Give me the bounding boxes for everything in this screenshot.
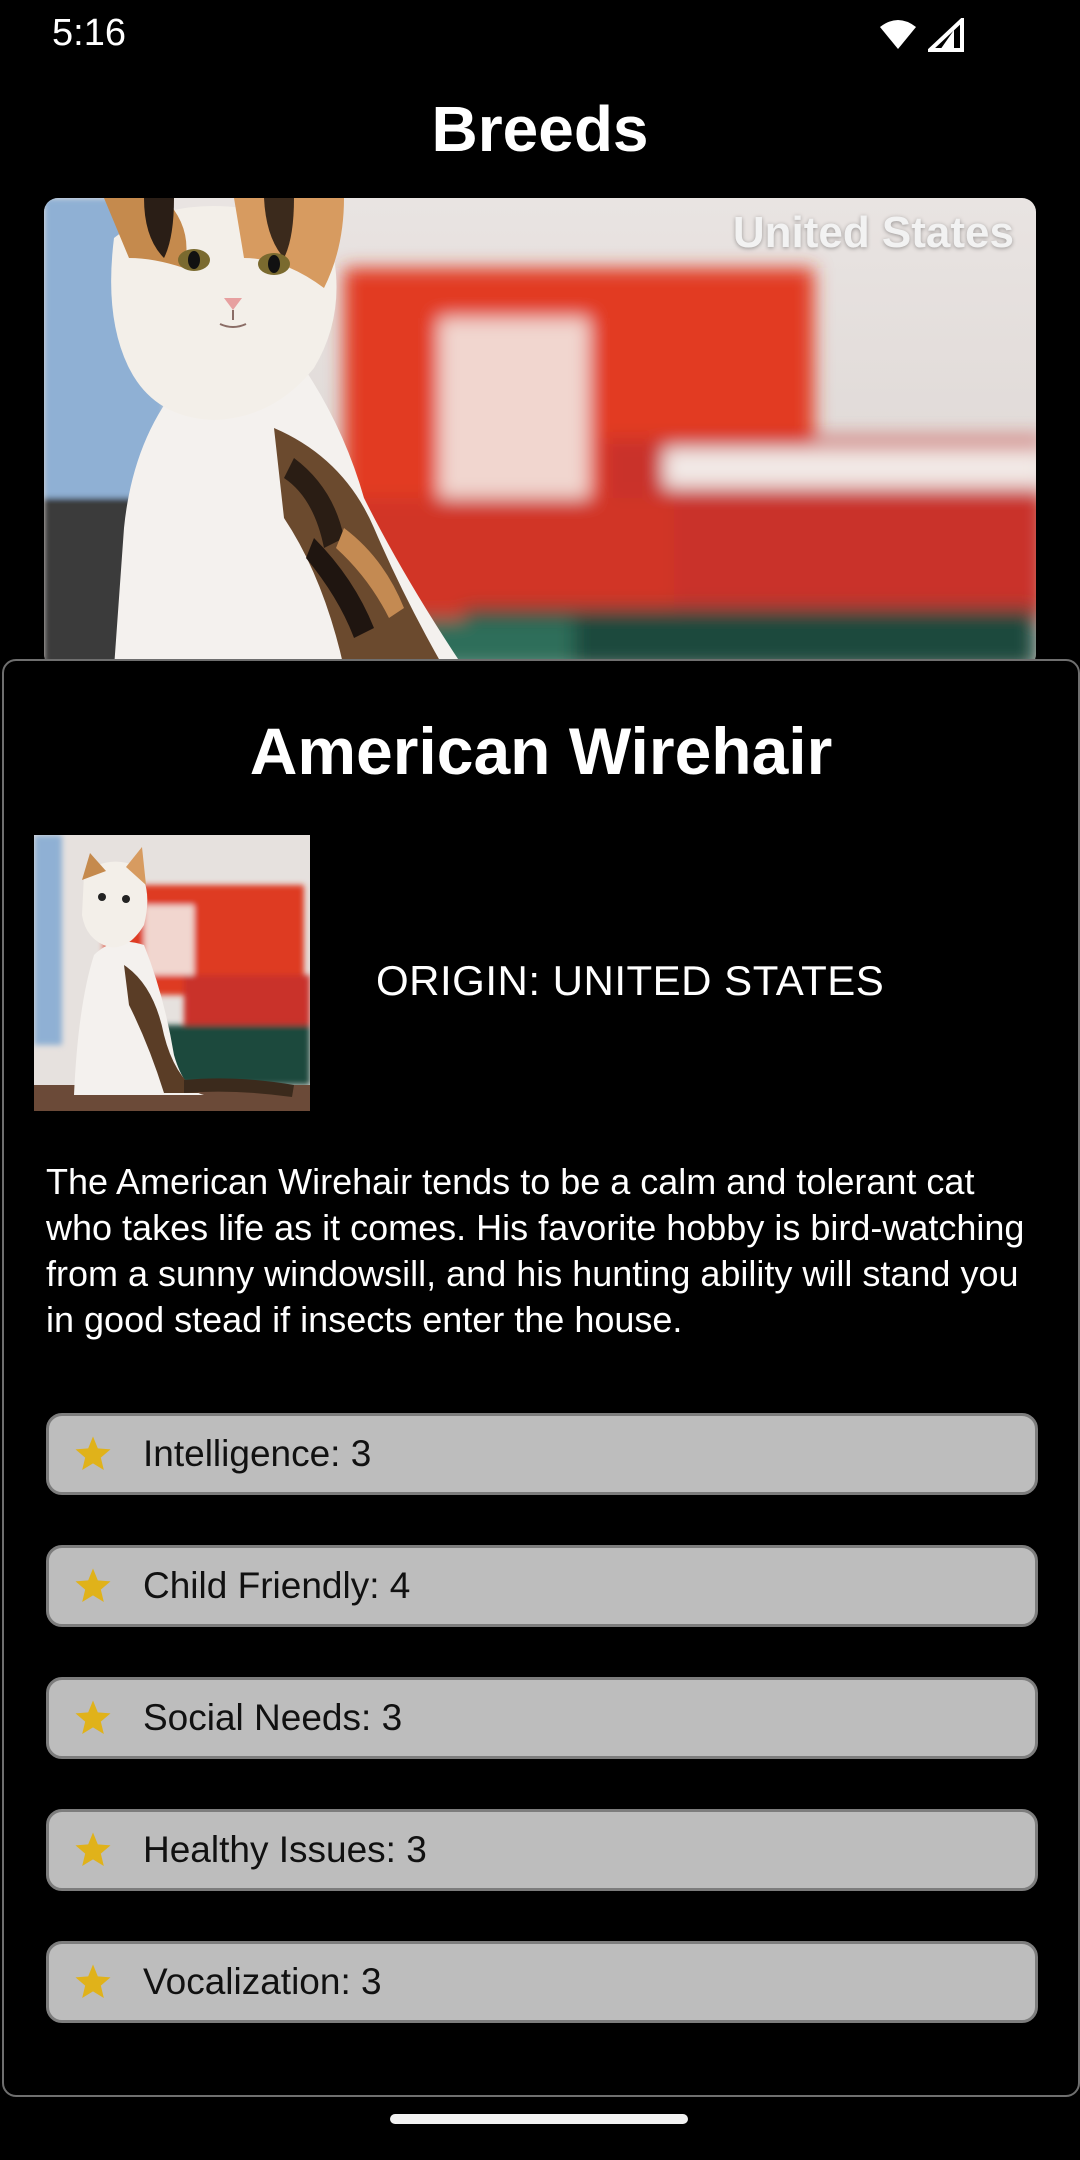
- hero-image: United States: [44, 198, 1036, 668]
- stat-card-social-needs: Social Needs: 3: [46, 1677, 1038, 1759]
- stat-label: Healthy Issues: 3: [143, 1829, 427, 1870]
- status-bar: 5:16: [0, 0, 1080, 70]
- stat-card-child-friendly: Child Friendly: 4: [46, 1545, 1038, 1627]
- stat-label: Child Friendly: 4: [143, 1565, 411, 1606]
- star-icon: [75, 1436, 111, 1470]
- star-icon: [75, 1832, 111, 1866]
- status-icons: [878, 18, 964, 52]
- breed-detail-sheet: American Wirehair ORIGIN: UNITED STATES …: [2, 659, 1080, 2097]
- page-title: Breeds: [431, 93, 649, 165]
- home-indicator[interactable]: [390, 2114, 688, 2124]
- status-time: 5:16: [52, 12, 126, 54]
- wifi-icon: [880, 20, 916, 49]
- stat-label: Vocalization: 3: [143, 1961, 382, 2002]
- cat-photo: [44, 198, 1036, 668]
- stat-card-healthy-issues: Healthy Issues: 3: [46, 1809, 1038, 1891]
- star-icon: [75, 1568, 111, 1602]
- breed-description: The American Wirehair tends to be a calm…: [46, 1161, 1025, 1340]
- breed-origin: ORIGIN: UNITED STATES: [376, 957, 885, 1004]
- cell-signal-icon: [928, 18, 964, 52]
- stat-label: Intelligence: 3: [143, 1433, 372, 1474]
- star-icon: [75, 1964, 111, 1998]
- star-icon: [75, 1700, 111, 1734]
- stat-label: Social Needs: 3: [143, 1697, 403, 1738]
- cat-thumbnail-icon: [34, 835, 310, 1111]
- breed-thumbnail: [34, 835, 310, 1111]
- stat-card-vocalization: Vocalization: 3: [46, 1941, 1038, 2023]
- stat-card-intelligence: Intelligence: 3: [46, 1413, 1038, 1495]
- breed-name: American Wirehair: [249, 714, 833, 788]
- hero-origin-label: United States: [732, 208, 1014, 257]
- stat-list: Intelligence: 3 Child Friendly: 4 Social…: [46, 1413, 1038, 2073]
